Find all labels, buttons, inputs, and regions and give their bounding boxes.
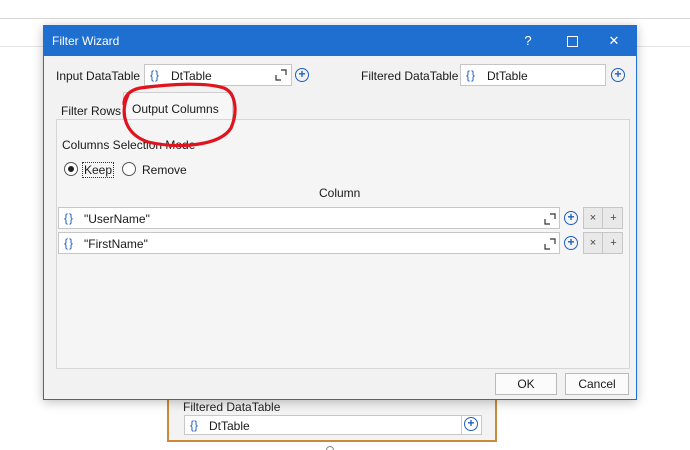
help-button[interactable]: ? bbox=[506, 26, 550, 56]
columns-selection-mode-title: Columns Selection Mode bbox=[62, 138, 196, 152]
filtered-datatable-field[interactable]: {} DtTable bbox=[460, 64, 606, 86]
expand-editor-icon[interactable] bbox=[275, 69, 287, 81]
expression-brace-icon: {} bbox=[190, 418, 199, 432]
remove-radio[interactable] bbox=[122, 162, 136, 176]
close-button[interactable]: ✕ bbox=[592, 26, 636, 56]
column-row-actions: × + bbox=[583, 232, 623, 254]
filter-wizard-dialog: Filter Wizard ? ✕ Input DataTable {} DtT… bbox=[43, 25, 637, 400]
input-datatable-add-icon[interactable]: + bbox=[295, 68, 309, 82]
background-activity-label: Filtered DataTable bbox=[183, 400, 281, 414]
expand-editor-icon[interactable] bbox=[544, 238, 556, 250]
column-row-actions: × + bbox=[583, 207, 623, 229]
column-add-icon[interactable]: + bbox=[564, 236, 578, 250]
input-datatable-field[interactable]: {} DtTable bbox=[144, 64, 292, 86]
tab-filter-rows[interactable]: Filter Rows bbox=[61, 104, 121, 118]
background-divider bbox=[0, 18, 690, 19]
remove-row-button[interactable]: × bbox=[584, 208, 603, 228]
background-filtered-datatable-field[interactable]: {} DtTable + bbox=[184, 415, 482, 435]
expression-brace-icon: {} bbox=[466, 68, 477, 82]
column-row-username[interactable]: {} "UserName" bbox=[58, 207, 560, 229]
keep-radio-label[interactable]: Keep bbox=[82, 162, 115, 178]
input-datatable-label: Input DataTable bbox=[56, 69, 141, 83]
column-header: Column bbox=[319, 186, 361, 200]
connector-dot bbox=[326, 446, 334, 450]
expand-editor-icon[interactable] bbox=[544, 213, 556, 225]
cancel-button[interactable]: Cancel bbox=[565, 373, 629, 395]
tab-output-columns[interactable]: Output Columns bbox=[132, 102, 219, 116]
expression-brace-icon: {} bbox=[64, 236, 75, 250]
column-row-firstname[interactable]: {} "FirstName" bbox=[58, 232, 560, 254]
remove-radio-label[interactable]: Remove bbox=[142, 163, 187, 177]
maximize-icon bbox=[566, 36, 578, 48]
maximize-button[interactable] bbox=[550, 26, 594, 56]
column-value: "FirstName" bbox=[84, 237, 148, 251]
plus-circle-icon: + bbox=[464, 417, 478, 431]
remove-row-button[interactable]: × bbox=[584, 233, 603, 253]
filtered-datatable-value: DtTable bbox=[487, 69, 528, 83]
dialog-title: Filter Wizard bbox=[52, 34, 120, 48]
filtered-datatable-add-icon[interactable]: + bbox=[611, 68, 625, 82]
keep-radio[interactable] bbox=[64, 162, 78, 176]
filtered-datatable-label: Filtered DataTable bbox=[361, 69, 459, 83]
expression-brace-icon: {} bbox=[150, 68, 161, 82]
add-row-button[interactable]: + bbox=[604, 233, 623, 253]
column-add-icon[interactable]: + bbox=[564, 211, 578, 225]
ok-button[interactable]: OK bbox=[495, 373, 557, 395]
background-field-value: DtTable bbox=[209, 419, 250, 433]
background-plus-button[interactable]: + bbox=[461, 416, 481, 434]
expression-brace-icon: {} bbox=[64, 211, 75, 225]
dialog-titlebar[interactable]: Filter Wizard ? ✕ bbox=[44, 26, 636, 56]
column-value: "UserName" bbox=[84, 212, 150, 226]
add-row-button[interactable]: + bbox=[604, 208, 623, 228]
input-datatable-value: DtTable bbox=[171, 69, 212, 83]
